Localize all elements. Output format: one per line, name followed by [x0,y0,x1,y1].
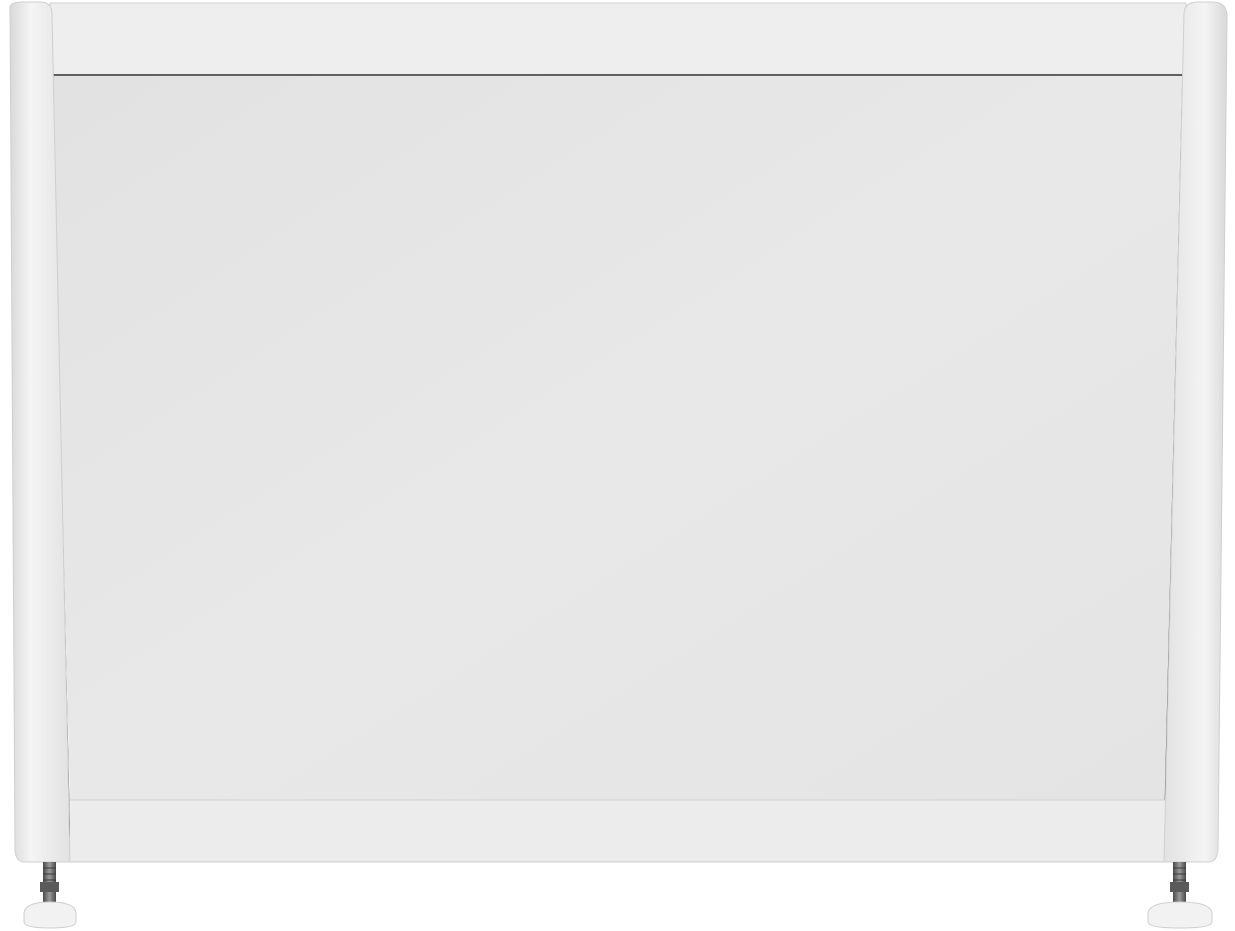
left-foot-nut [40,882,59,892]
right-foot-pad [1147,901,1213,929]
bath-panel-drawing [0,0,1235,931]
left-foot-pad [23,901,77,929]
bottom-rail [70,800,1165,862]
top-rail [49,2,1187,76]
product-photo [0,0,1235,931]
main-panel [52,76,1183,800]
right-foot-nut [1170,882,1189,892]
